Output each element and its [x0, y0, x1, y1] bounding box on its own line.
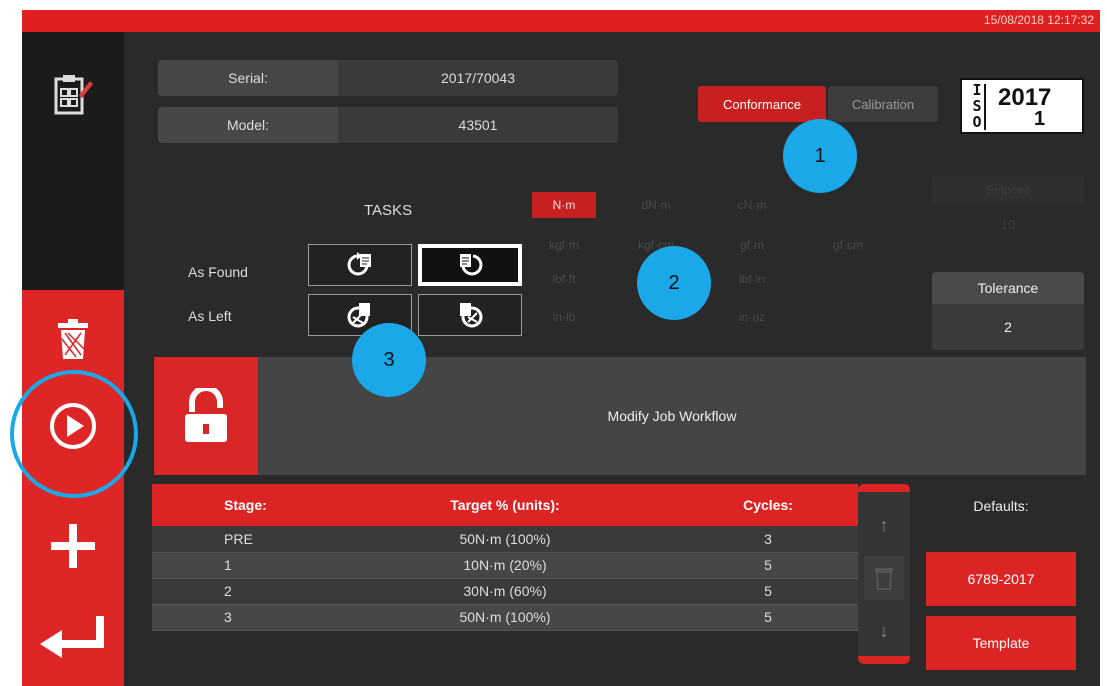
- callout-3: 3: [352, 323, 426, 397]
- unlock-icon: [185, 388, 227, 442]
- cycles-cell: 5: [678, 552, 858, 579]
- stage-cell: 3: [152, 604, 332, 631]
- cycles-cell: 5: [678, 578, 858, 605]
- iso-divider: [984, 84, 986, 130]
- setpoint-value[interactable]: 10: [932, 204, 1084, 244]
- col-header-target: Target % (units):: [332, 484, 678, 526]
- col-header-cycles: Cycles:: [678, 484, 858, 526]
- row-controls: ↑ ↓: [858, 484, 910, 664]
- as-found-label: As Found: [188, 264, 248, 280]
- status-bar: 15/08/2018 12:17:32: [22, 10, 1100, 32]
- unit-inoz[interactable]: in·oz: [720, 304, 784, 330]
- trash-icon: [58, 319, 88, 359]
- target-cell: 30N·m (60%): [332, 578, 678, 605]
- stage-cell: 1: [152, 552, 332, 579]
- task-as-found-post[interactable]: [418, 244, 522, 286]
- target-cell: 50N·m (100%): [332, 526, 678, 553]
- arrow-down-icon: ↓: [879, 620, 889, 641]
- table-row[interactable]: 3 50N·m (100%) 5: [152, 604, 858, 631]
- tolerance-label: Tolerance: [932, 272, 1084, 304]
- workflow-banner[interactable]: Modify Job Workflow: [154, 357, 1086, 475]
- move-up-button[interactable]: ↑: [858, 508, 910, 542]
- return-arrow-icon: [40, 616, 104, 658]
- tab-conformance[interactable]: Conformance: [698, 86, 826, 122]
- table-row[interactable]: PRE 50N·m (100%) 3: [152, 526, 858, 553]
- unit-nm[interactable]: N·m: [532, 192, 596, 218]
- back-button[interactable]: [22, 606, 124, 666]
- preset-button[interactable]: 6789-2017: [926, 552, 1076, 606]
- rotate-doc-check-icon: [347, 303, 370, 328]
- model-field: Model: 43501: [158, 107, 618, 143]
- delete-button[interactable]: [22, 310, 124, 370]
- plus-icon: [51, 524, 95, 568]
- col-header-stage: Stage:: [152, 484, 332, 526]
- unit-gfm[interactable]: gf·m: [720, 232, 784, 258]
- app-screen: 15/08/2018 12:17:32 Serial: 2017/70043 M…: [22, 10, 1100, 686]
- as-left-label: As Left: [188, 308, 232, 324]
- stage-cell: 2: [152, 578, 332, 605]
- highlight-ring: [10, 370, 138, 498]
- defaults-label: Defaults:: [973, 498, 1029, 514]
- tolerance-value[interactable]: 2: [932, 304, 1084, 350]
- cycles-cell: 5: [678, 604, 858, 631]
- serial-value: 2017/70043: [338, 60, 618, 96]
- stage-cell: PRE: [152, 526, 332, 553]
- unit-gfcm[interactable]: gf·cm: [816, 232, 880, 258]
- callout-2: 2: [637, 246, 711, 320]
- main-panel: Serial: 2017/70043 Model: 43501 Conforma…: [124, 32, 1100, 686]
- setpoint-label: Setpoint: [932, 176, 1084, 204]
- cycles-cell: 3: [678, 526, 858, 553]
- clipboard-edit-icon: [54, 75, 93, 115]
- sidebar-top: [22, 32, 124, 290]
- datetime-readout: 15/08/2018 12:17:32: [983, 13, 1094, 27]
- table-row[interactable]: 1 10N·m (20%) 5: [152, 552, 858, 579]
- unit-lbfin[interactable]: lbf·in: [720, 266, 784, 292]
- tasks-title: TASKS: [364, 202, 413, 219]
- unit-kgfm[interactable]: kgf·m: [532, 232, 596, 258]
- task-as-left-post[interactable]: [418, 294, 522, 336]
- unit-inlb[interactable]: in·lb: [532, 304, 596, 330]
- target-cell: 10N·m (20%): [332, 552, 678, 579]
- model-value: 43501: [338, 107, 618, 143]
- unlock-button[interactable]: [154, 357, 258, 475]
- target-cell: 50N·m (100%): [332, 604, 678, 631]
- unit-dnm[interactable]: dN·m: [624, 192, 688, 218]
- task-as-found-pre[interactable]: [308, 244, 412, 286]
- callout-1: 1: [783, 119, 857, 193]
- trash-icon: [875, 568, 893, 590]
- table-row[interactable]: 2 30N·m (60%) 5: [152, 578, 858, 605]
- rotate-doc-icon: [460, 254, 483, 276]
- tab-calibration[interactable]: Calibration: [828, 86, 938, 122]
- job-sheet-button[interactable]: [22, 66, 124, 126]
- iso-part: 1: [1034, 108, 1046, 130]
- model-label: Model:: [158, 107, 338, 143]
- unit-lbfft[interactable]: lbf·ft: [532, 266, 596, 292]
- rotate-doc-check-icon: [460, 303, 483, 328]
- delete-row-button[interactable]: [864, 556, 904, 600]
- iso-badge: ISO 2017 1: [960, 78, 1084, 134]
- iso-prefix: ISO: [972, 81, 982, 131]
- add-button[interactable]: [22, 516, 124, 576]
- serial-field: Serial: 2017/70043: [158, 60, 618, 96]
- template-button[interactable]: Template: [926, 616, 1076, 670]
- unit-cnm[interactable]: cN·m: [720, 192, 784, 218]
- serial-label: Serial:: [158, 60, 338, 96]
- move-down-button[interactable]: ↓: [858, 614, 910, 648]
- stages-table: Stage: Target % (units): Cycles: PRE 50N…: [152, 484, 858, 631]
- table-header-row: Stage: Target % (units): Cycles:: [152, 484, 858, 526]
- arrow-up-icon: ↑: [879, 514, 889, 535]
- rotate-doc-icon: [347, 252, 371, 276]
